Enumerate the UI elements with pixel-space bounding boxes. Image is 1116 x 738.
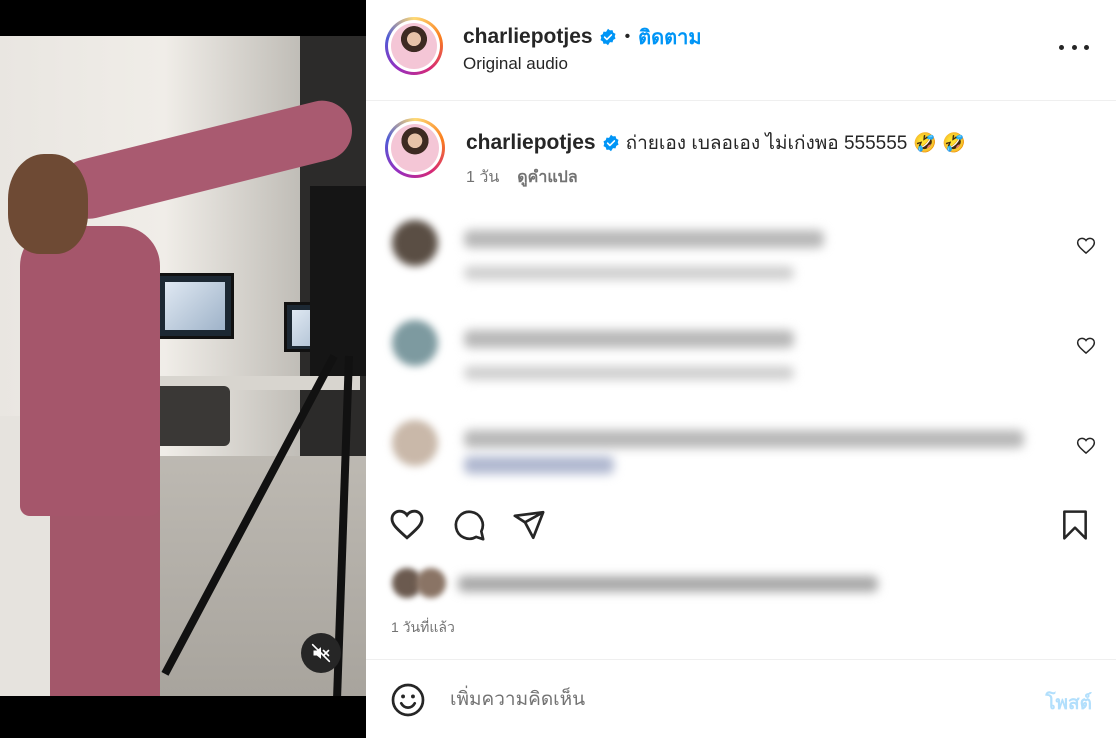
comment-button[interactable] xyxy=(450,506,488,544)
heart-icon xyxy=(390,509,424,540)
avatar[interactable] xyxy=(392,320,438,366)
separator-dot: • xyxy=(624,28,631,45)
instagram-post-modal: charliepotjes • ติดตาม Original audio ch… xyxy=(0,0,1116,738)
avatar[interactable] xyxy=(392,220,438,266)
post-details-panel: charliepotjes • ติดตาม Original audio ch… xyxy=(366,0,1116,738)
heart-icon[interactable] xyxy=(1076,336,1096,356)
verified-badge-icon xyxy=(600,28,616,46)
avatar[interactable] xyxy=(392,420,438,466)
avatar[interactable] xyxy=(385,17,443,75)
post-comment-button[interactable]: โพสต์ xyxy=(1045,688,1092,718)
camera xyxy=(310,186,366,376)
heart-icon[interactable] xyxy=(1076,236,1096,256)
follow-button[interactable]: ติดตาม xyxy=(638,21,701,53)
save-button[interactable] xyxy=(1056,506,1094,544)
post-header: charliepotjes • ติดตาม Original audio xyxy=(366,0,1116,101)
list-item xyxy=(366,396,1116,490)
studio-monitor xyxy=(156,273,234,339)
caption-username-link[interactable]: charliepotjes xyxy=(466,131,596,155)
comment-input[interactable] xyxy=(450,684,1010,716)
share-button[interactable] xyxy=(510,506,548,544)
action-bar xyxy=(366,490,1116,560)
person xyxy=(8,154,88,254)
mute-toggle-button[interactable] xyxy=(301,633,341,673)
heart-icon[interactable] xyxy=(1076,436,1096,456)
like-button[interactable] xyxy=(388,506,426,544)
video-player[interactable] xyxy=(0,36,366,696)
audio-link[interactable]: Original audio xyxy=(463,54,568,74)
more-options-icon[interactable] xyxy=(1059,36,1089,58)
comment-icon xyxy=(454,510,485,541)
share-icon xyxy=(513,510,545,540)
username-link[interactable]: charliepotjes xyxy=(463,25,593,49)
avatar[interactable] xyxy=(385,118,445,178)
caption-text: ถ่ายเอง เบลอเอง ไม่เก่งพอ 555555 xyxy=(625,133,908,154)
list-item xyxy=(366,196,1116,296)
caption: charliepotjes ถ่ายเอง เบลอเอง ไม่เก่งพอ … xyxy=(366,118,1116,198)
caption-time[interactable]: 1 วัน xyxy=(466,165,499,190)
bookmark-icon xyxy=(1063,510,1087,540)
post-date[interactable]: 1 วันที่แล้ว xyxy=(391,617,455,639)
muted-speaker-icon xyxy=(311,643,331,663)
translate-link[interactable]: ดูคำแปล xyxy=(517,165,577,190)
avatar xyxy=(416,568,446,598)
list-item xyxy=(366,296,1116,396)
caption-emojis: 🤣 🤣 xyxy=(913,133,966,154)
media-pane xyxy=(0,0,366,738)
verified-badge-icon xyxy=(603,134,619,152)
liked-by[interactable] xyxy=(380,566,980,600)
comments-list xyxy=(366,196,1116,490)
emoji-icon[interactable] xyxy=(390,682,426,718)
add-comment-bar: โพสต์ xyxy=(366,659,1116,738)
